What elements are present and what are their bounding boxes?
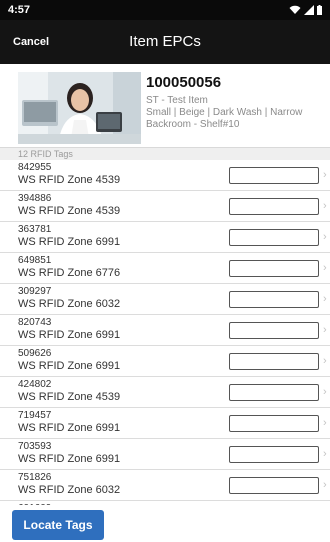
status-time: 4:57	[8, 4, 31, 16]
chevron-right-icon[interactable]: ›	[323, 447, 327, 461]
tag-input-field[interactable]	[229, 446, 319, 463]
tag-input-field[interactable]	[229, 167, 319, 184]
chevron-right-icon[interactable]: ›	[323, 354, 327, 368]
tag-zone: WS RFID Zone 6991	[18, 453, 121, 465]
tag-zone: WS RFID Zone 4539	[18, 174, 121, 186]
chevron-right-icon[interactable]: ›	[323, 385, 327, 399]
chevron-right-icon[interactable]: ›	[323, 199, 327, 213]
tag-row[interactable]: 719457 WS RFID Zone 6991 ›	[0, 408, 330, 439]
chevron-right-icon[interactable]: ›	[323, 292, 327, 306]
tag-row[interactable]: 394886 WS RFID Zone 4539 ›	[0, 191, 330, 222]
battery-icon	[317, 5, 322, 15]
locate-tags-button[interactable]: Locate Tags	[12, 510, 104, 540]
chevron-right-icon[interactable]: ›	[323, 323, 327, 337]
item-photo	[18, 72, 141, 144]
tag-row[interactable]: 820743 WS RFID Zone 6991 ›	[0, 315, 330, 346]
tag-input-field[interactable]	[229, 229, 319, 246]
tag-epc: 509626	[18, 348, 52, 359]
tag-row[interactable]: 703593 WS RFID Zone 6991 ›	[0, 439, 330, 470]
bottom-bar: Locate Tags	[0, 505, 330, 542]
item-sku: 100050056	[146, 74, 222, 91]
tag-row[interactable]: 842955 WS RFID Zone 4539 ›	[0, 160, 330, 191]
chevron-right-icon[interactable]: ›	[323, 478, 327, 492]
tag-input-field[interactable]	[229, 322, 319, 339]
tag-epc: 842955	[18, 162, 52, 173]
tag-row[interactable]: 424802 WS RFID Zone 4539 ›	[0, 377, 330, 408]
tags-count-header: 12 RFID Tags	[0, 148, 330, 160]
tag-zone: WS RFID Zone 6032	[18, 484, 121, 496]
tag-zone: WS RFID Zone 4539	[18, 391, 121, 403]
tag-zone: WS RFID Zone 6991	[18, 360, 121, 372]
tag-row[interactable]: 309297 WS RFID Zone 6032 ›	[0, 284, 330, 315]
tag-input-field[interactable]	[229, 384, 319, 401]
item-location: Backroom - Shelf#10	[146, 119, 240, 130]
tag-input-field[interactable]	[229, 198, 319, 215]
chevron-right-icon[interactable]: ›	[323, 168, 327, 182]
chevron-right-icon[interactable]: ›	[323, 261, 327, 275]
tag-input-field[interactable]	[229, 477, 319, 494]
tag-epc: 363781	[18, 224, 52, 235]
tag-zone: WS RFID Zone 6991	[18, 422, 121, 434]
item-attributes: Small | Beige | Dark Wash | Narrow	[146, 107, 303, 118]
tag-input-field[interactable]	[229, 353, 319, 370]
tag-epc: 703593	[18, 441, 52, 452]
tag-epc: 719457	[18, 410, 52, 421]
tag-zone: WS RFID Zone 6032	[18, 298, 121, 310]
page-title: Item EPCs	[129, 33, 201, 50]
tag-epc: 820743	[18, 317, 52, 328]
tag-list[interactable]: 842955 WS RFID Zone 4539 › 394886 WS RFID Zo…	[0, 160, 330, 505]
tag-input-field[interactable]	[229, 260, 319, 277]
status-icons	[289, 5, 322, 15]
tag-zone: WS RFID Zone 4539	[18, 205, 121, 217]
tag-zone: WS RFID Zone 6991	[18, 329, 121, 341]
signal-icon	[304, 5, 314, 15]
wifi-icon	[289, 5, 301, 14]
chevron-right-icon[interactable]: ›	[323, 416, 327, 430]
tag-zone: WS RFID Zone 6776	[18, 267, 121, 279]
chevron-right-icon[interactable]: ›	[323, 230, 327, 244]
tag-epc: 394886	[18, 193, 52, 204]
tag-zone: WS RFID Zone 6991	[18, 236, 121, 248]
tag-row[interactable]: 509626 WS RFID Zone 6991 ›	[0, 346, 330, 377]
tag-input-field[interactable]	[229, 415, 319, 432]
item-description: ST - Test Item	[146, 95, 208, 106]
tag-epc: 309297	[18, 286, 52, 297]
tag-row[interactable]: 649851 WS RFID Zone 6776 ›	[0, 253, 330, 284]
tag-epc: 649851	[18, 255, 52, 266]
tag-row[interactable]: 363781 WS RFID Zone 6991 ›	[0, 222, 330, 253]
tag-epc: 751826	[18, 472, 52, 483]
status-bar: 4:57	[0, 0, 330, 20]
tag-input-field[interactable]	[229, 291, 319, 308]
tag-epc: 424802	[18, 379, 52, 390]
app-header: Cancel Item EPCs	[0, 20, 330, 64]
tag-row[interactable]: 751826 WS RFID Zone 6032 ›	[0, 470, 330, 501]
item-summary: 100050056 ST - Test Item Small | Beige |…	[0, 64, 330, 148]
